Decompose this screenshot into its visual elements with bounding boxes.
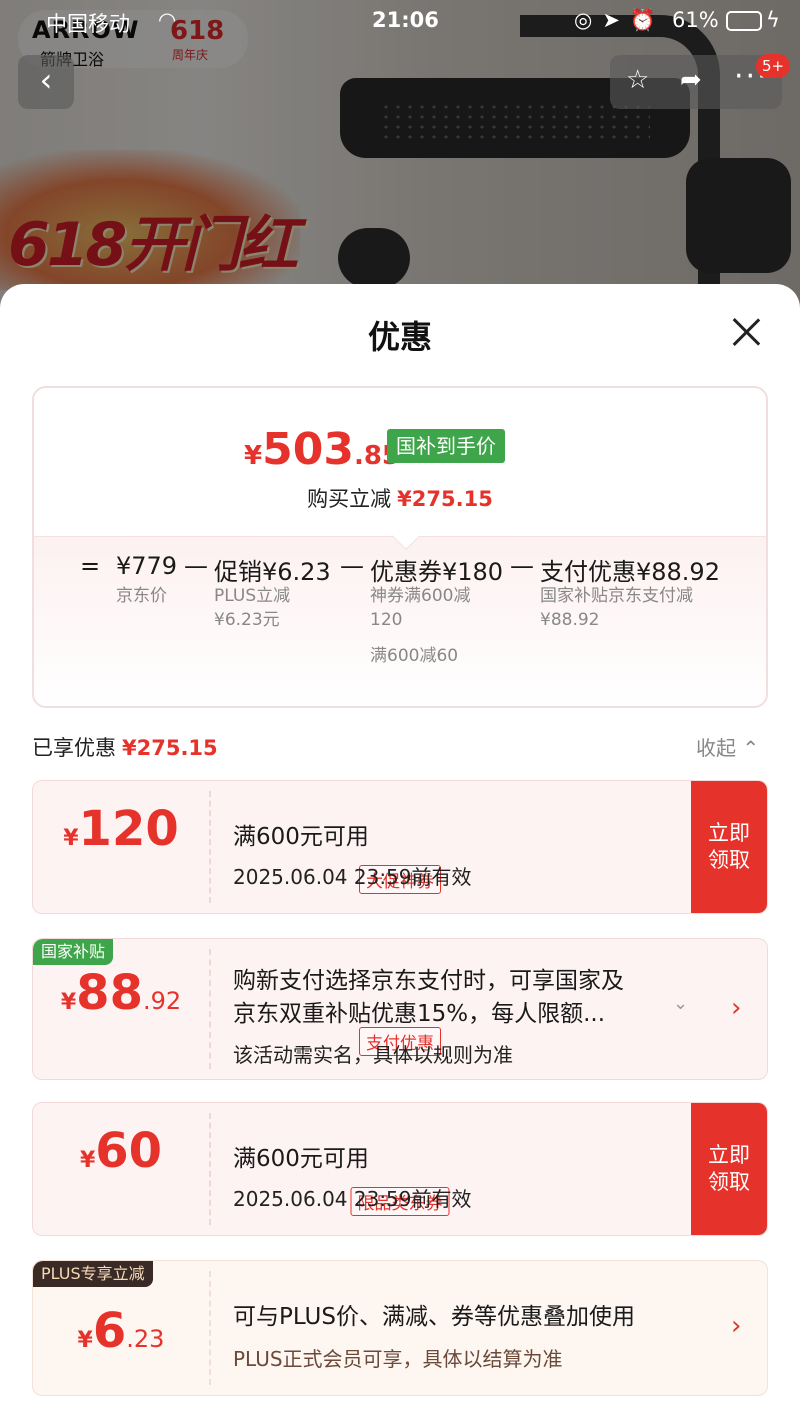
promo-sub-1: PLUS立减 [214, 586, 291, 606]
plus-exclusive-tag: PLUS专享立减 [33, 1261, 153, 1287]
favorite-star-icon[interactable]: ☆ [626, 65, 649, 95]
card-divider [209, 1113, 211, 1225]
minus-sign: — [184, 552, 208, 580]
chevron-right-icon[interactable]: › [731, 993, 741, 1023]
jd-price: ¥779 [116, 552, 178, 580]
coupon-amount-decimal: .92 [142, 987, 182, 1015]
claim-button[interactable]: 立即 领取 [691, 1103, 767, 1235]
coupon-amount-integer: 120 [78, 801, 179, 857]
saving-amount: ¥275.15 [397, 487, 493, 511]
minus-sign: — [510, 552, 534, 580]
coupon-currency: ¥ [77, 1328, 93, 1353]
plus-desc: 可与PLUS价、满减、券等优惠叠加使用 [233, 1304, 635, 1330]
national-subsidy-tag: 国家补贴 [33, 939, 114, 965]
coupon-amount: ¥88.92 [33, 965, 209, 1021]
equals-sign: = [80, 552, 101, 580]
plus-discount-card[interactable]: PLUS专享立减 ¥6.23 可与PLUS价、满减、券等优惠叠加使用 PLUS正… [32, 1260, 768, 1396]
coupon-amount: ¥120 [33, 801, 209, 857]
coupon-sub-2: 120 [370, 610, 403, 630]
status-icons: ◎➤⏰ [574, 8, 667, 32]
coupon-discount: 优惠券¥180 [370, 558, 504, 586]
saving-label: 购买立减 [307, 487, 392, 511]
saving-line: 购买立减 ¥275.15 [34, 483, 766, 513]
card-divider [209, 949, 211, 1069]
price-summary-card: ¥503.85 国补到手价 购买立减 ¥275.15 = ¥779 京东价 — 促… [32, 386, 768, 708]
coupon-amount-decimal: .23 [126, 1325, 165, 1353]
enjoyed-amount: ¥275.15 [122, 736, 218, 760]
chevron-left-icon: ‹ [39, 61, 53, 99]
close-icon[interactable] [728, 314, 764, 350]
promo-discount: 促销¥6.23 [214, 558, 331, 586]
subsidy-desc-line2: 京东双重补贴优惠15%，每人限额... [233, 1001, 606, 1027]
coupon-card[interactable]: ¥60 限品类东券 满600元可用 2025.06.04 23:59前有效 立即… [32, 1102, 768, 1236]
collapse-label: 收起 [696, 736, 736, 760]
discount-sheet: 优惠 ¥503.85 国补到手价 购买立减 ¥275.15 = ¥779 京东价 … [0, 284, 800, 1422]
subsidy-desc-line1: 购新支付选择京东支付时，可享国家及 [233, 968, 624, 994]
promo-sub-2: ¥6.23元 [214, 610, 280, 630]
coupon-expiry: 2025.06.04 23:59前有效 [233, 1187, 472, 1211]
final-price-currency: ¥ [244, 441, 263, 471]
coupon-amount: ¥60 [33, 1123, 209, 1179]
payment-sub-2: ¥88.92 [540, 610, 600, 630]
subsidy-note: 该活动需实名，具体以规则为准 [233, 1043, 513, 1067]
sheet-title: 优惠 [367, 318, 432, 356]
coupon-condition: 满600元可用 [233, 824, 369, 850]
enjoyed-discount: 已享优惠 ¥275.15 [32, 732, 218, 762]
collapse-toggle[interactable]: 收起 ⌃ [696, 732, 759, 761]
payment-sub-1: 国家补贴京东支付减 [540, 586, 693, 606]
coupon-expiry: 2025.06.04 23:59前有效 [233, 865, 472, 889]
coupon-sub-3: 满600减60 [370, 646, 459, 666]
battery-icon [726, 11, 762, 31]
payment-discount: 支付优惠¥88.92 [540, 558, 720, 586]
subsidy-card[interactable]: 国家补贴 ¥88.92 支付优惠 购新支付选择京东支付时，可享国家及 京东双重补… [32, 938, 768, 1080]
claim-button-label: 立即 领取 [708, 821, 750, 872]
dim-overlay[interactable] [0, 0, 800, 330]
coupon-currency: ¥ [60, 990, 77, 1015]
claim-button[interactable]: 立即 领取 [691, 781, 767, 913]
minus-sign: — [340, 552, 364, 580]
coupon-card[interactable]: ¥120 大促神券 满600元可用 2025.06.04 23:59前有效 立即… [32, 780, 768, 914]
coupon-amount-integer: 88 [76, 965, 143, 1021]
final-price: ¥503.85 [244, 424, 400, 475]
wifi-icon: ◠ [158, 8, 177, 32]
expand-chevron-icon[interactable]: ⌄ [673, 993, 688, 1014]
product-background: 618开门红 ARROW 箭牌卫浴 618 周年庆 中国移动 ◠ 21:06 ◎… [0, 0, 800, 330]
coupon-amount: ¥6.23 [33, 1303, 209, 1359]
battery-percent: 61% [672, 8, 719, 32]
coupon-amount-integer: 6 [92, 1303, 127, 1359]
share-icon[interactable]: ➦ [680, 65, 702, 95]
plus-note: PLUS正式会员可享，具体以结算为准 [233, 1347, 563, 1371]
back-button[interactable]: ‹ [18, 55, 74, 109]
clock: 21:06 [372, 8, 439, 32]
card-divider [209, 791, 211, 903]
coupon-condition: 满600元可用 [233, 1146, 369, 1172]
final-price-integer: 503 [262, 424, 354, 475]
carrier-label: 中国移动 [46, 12, 130, 36]
status-bar: 中国移动 ◠ 21:06 ◎➤⏰ 61% ϟ [0, 0, 800, 42]
chevron-up-icon: ⌃ [742, 736, 760, 760]
enjoyed-label: 已享优惠 [32, 736, 116, 760]
coupon-amount-integer: 60 [95, 1123, 163, 1179]
claim-button-label: 立即 领取 [708, 1143, 750, 1194]
coupon-sub-1: 神券满600减 [370, 586, 471, 606]
jd-price-label: 京东价 [116, 586, 167, 606]
coupon-currency: ¥ [79, 1148, 96, 1173]
chevron-right-icon[interactable]: › [731, 1311, 741, 1341]
card-divider [209, 1271, 211, 1385]
coupon-currency: ¥ [63, 826, 79, 851]
subsidy-price-tag: 国补到手价 [387, 429, 505, 463]
message-count-badge: 5+ [756, 54, 791, 78]
charging-icon: ϟ [766, 8, 780, 32]
